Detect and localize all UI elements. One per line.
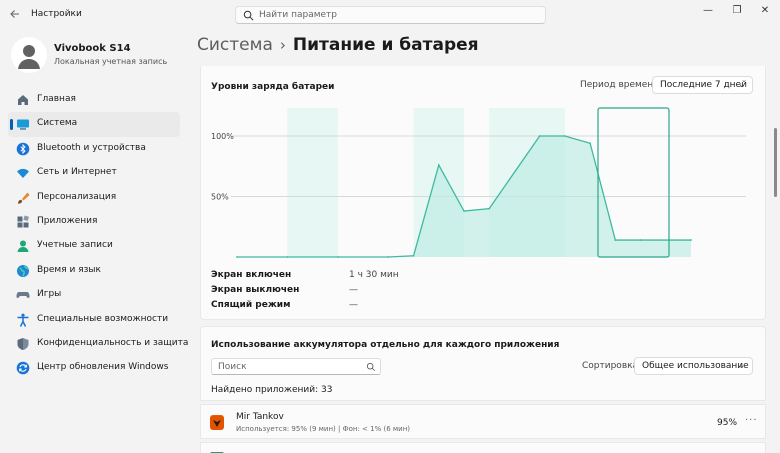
period-dropdown[interactable]: Последние 7 дней ⌄ — [652, 76, 753, 94]
user-profile[interactable]: Vivobook S14 Локальная учетная запись — [11, 37, 191, 73]
minimize-button[interactable]: — — [698, 4, 718, 18]
stat-sleep-value: — — [349, 300, 358, 310]
sidebar-item-bluetooth[interactable]: Bluetooth и устройства — [8, 137, 180, 161]
data-point — [690, 239, 692, 241]
app-row-partial[interactable] — [200, 442, 766, 453]
y-tick-label: 50% — [211, 193, 229, 202]
sidebar-item-windows-update[interactable]: Центр обновления Windows — [8, 356, 180, 380]
app-title: Настройки — [31, 9, 82, 19]
scrollbar-track[interactable] — [773, 66, 777, 453]
battery-levels-title: Уровни заряда батареи — [211, 82, 335, 92]
data-point — [463, 210, 465, 212]
app-name: Mir Tankov — [236, 412, 284, 422]
breadcrumb-parent[interactable]: Система — [197, 35, 273, 55]
app-row[interactable]: Mir Tankov Используется: 95% (9 мин) | Ф… — [200, 404, 766, 439]
sidebar-item-accounts[interactable]: Учетные записи — [8, 234, 180, 258]
period-label: Период времени: — [580, 80, 663, 90]
data-point — [336, 256, 339, 258]
app-usage-card: Использование аккумулятора отдельно для … — [200, 326, 766, 401]
sidebar-item-apps[interactable]: Приложения — [8, 210, 180, 234]
search-icon — [366, 362, 376, 372]
data-point — [538, 135, 541, 137]
back-arrow-icon[interactable] — [9, 8, 23, 22]
shield-icon — [17, 337, 29, 350]
wifi-icon — [17, 169, 29, 179]
bluetooth-icon — [16, 142, 30, 156]
sidebar-item-gaming[interactable]: Игры — [8, 283, 180, 307]
stat-screen-on-label: Экран включен — [211, 270, 292, 280]
title-bar: Настройки Найти параметр — ❐ ✕ — [0, 0, 780, 30]
app-search-input[interactable]: Поиск — [211, 358, 381, 375]
data-point — [488, 207, 491, 210]
search-icon — [243, 10, 254, 21]
data-point — [563, 135, 566, 137]
data-point — [236, 256, 238, 258]
sidebar-item-personalization[interactable]: Персонализация — [8, 186, 180, 210]
scrollbar-thumb[interactable] — [774, 128, 777, 197]
more-options-icon[interactable]: ··· — [745, 415, 758, 426]
gamepad-icon — [16, 292, 30, 299]
apps-found-count: Найдено приложений: 33 — [211, 385, 333, 395]
sidebar-item-accessibility[interactable]: Специальные возможности — [8, 308, 180, 332]
update-icon — [16, 361, 30, 375]
profile-subtitle: Локальная учетная запись — [54, 57, 168, 66]
stat-screen-off-value: — — [349, 285, 358, 295]
app-search-placeholder: Поиск — [218, 362, 247, 372]
stat-screen-on-value: 1 ч 30 мин — [349, 270, 399, 280]
data-point — [286, 256, 289, 258]
battery-level-chart: 100% 50% — [211, 107, 746, 258]
settings-search-input[interactable]: Найти параметр — [235, 6, 546, 24]
globe-icon — [17, 264, 29, 277]
period-value: Последние 7 дней — [660, 80, 747, 90]
sidebar-item-system[interactable]: Система — [8, 112, 180, 137]
sort-value: Общее использование — [642, 361, 749, 371]
app-usage-detail: Используется: 95% (9 мин) | Фон: < 1% (6… — [236, 425, 411, 433]
accessibility-icon — [17, 313, 29, 327]
y-tick-label: 100% — [211, 132, 234, 141]
avatar-person-icon — [18, 45, 40, 69]
sidebar-nav: Главная Система Bluetooth и устройства С… — [8, 88, 188, 381]
account-icon — [17, 240, 29, 253]
maximize-button[interactable]: ❐ — [727, 4, 747, 18]
profile-name: Vivobook S14 — [54, 43, 131, 54]
close-button[interactable]: ✕ — [755, 4, 775, 18]
app-usage-title: Использование аккумулятора отдельно для … — [211, 340, 560, 350]
sidebar-item-time-language[interactable]: Время и язык — [8, 259, 180, 283]
brush-icon — [18, 192, 30, 204]
stat-screen-off-label: Экран выключен — [211, 285, 300, 295]
sidebar-item-privacy[interactable]: Конфиденциальность и защита — [8, 332, 188, 356]
home-icon — [18, 95, 28, 105]
search-placeholder: Найти параметр — [259, 10, 337, 20]
chevron-down-icon: ⌄ — [738, 80, 745, 89]
data-point — [589, 142, 592, 145]
breadcrumb: Система › Питание и батарея — [197, 35, 479, 55]
sidebar-item-home[interactable]: Главная — [8, 88, 180, 112]
sort-dropdown[interactable]: Общее использование ⌄ — [634, 357, 753, 375]
day-band — [287, 108, 338, 257]
data-point — [437, 164, 440, 166]
mir-tankov-app-icon — [210, 415, 224, 430]
data-point — [614, 239, 617, 241]
data-point — [639, 239, 642, 241]
apps-icon — [17, 215, 29, 228]
avatar — [11, 37, 47, 73]
page-title: Питание и батарея — [292, 35, 479, 55]
data-point — [412, 254, 415, 257]
breadcrumb-separator: › — [279, 36, 286, 54]
app-usage-percent: 95% — [717, 418, 738, 428]
chevron-down-icon: ⌄ — [738, 361, 745, 370]
system-icon — [17, 119, 29, 130]
battery-levels-card: Уровни заряда батареи Период времени: По… — [200, 66, 766, 320]
sort-label: Сортировка: — [582, 361, 642, 371]
data-point — [387, 256, 390, 258]
sidebar-item-network[interactable]: Сеть и Интернет — [8, 161, 180, 185]
stat-sleep-label: Спящий режим — [211, 300, 291, 310]
